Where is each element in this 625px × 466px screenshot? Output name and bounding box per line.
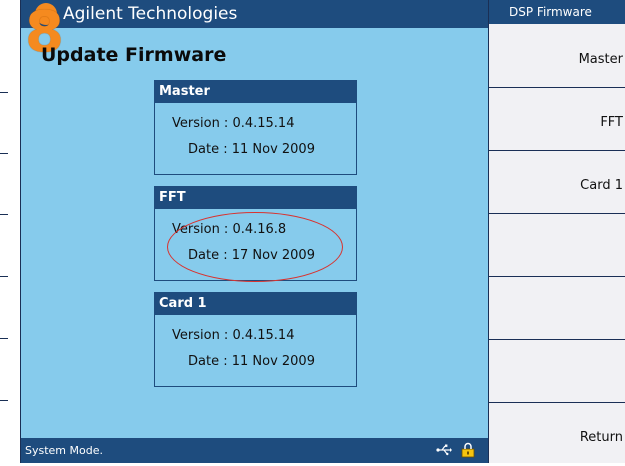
- ruler-tick: [0, 153, 8, 154]
- page-title: Update Firmware: [41, 44, 227, 66]
- softkey-panel: DSP Firmware Master FFT Card 1 Return: [488, 0, 625, 463]
- version-text: Version : 0.4.15.14: [172, 116, 295, 131]
- softkey-label: FFT: [600, 115, 623, 130]
- softkey-master[interactable]: Master: [489, 26, 625, 88]
- left-ruler-strip: [0, 0, 21, 463]
- brand-name: Agilent Technologies: [63, 4, 238, 24]
- ruler-tick: [0, 92, 8, 93]
- brand-title-bar: Agilent Technologies: [21, 0, 488, 28]
- softkey-blank-5[interactable]: [489, 278, 625, 340]
- softkey-label: Return: [579, 430, 623, 445]
- annotation-ellipse: [167, 212, 343, 282]
- softkey-return[interactable]: Return: [489, 404, 625, 466]
- softkey-blank-6[interactable]: [489, 341, 625, 403]
- ruler-tick: [0, 338, 8, 339]
- firmware-panel-card1: Card 1 Version : 0.4.15.14 Date : 11 Nov…: [154, 292, 357, 387]
- ruler-tick: [0, 276, 8, 277]
- date-text: Date : 11 Nov 2009: [188, 142, 315, 157]
- status-text: System Mode.: [25, 444, 103, 457]
- date-text: Date : 11 Nov 2009: [188, 354, 315, 369]
- firmware-panel-master: Master Version : 0.4.15.14 Date : 11 Nov…: [154, 80, 357, 175]
- version-text: Version : 0.4.15.14: [172, 328, 295, 343]
- status-bar: System Mode.: [21, 438, 488, 463]
- lock-icon: [461, 442, 475, 458]
- ruler-tick: [0, 400, 8, 401]
- softkey-card1[interactable]: Card 1: [489, 152, 625, 214]
- usb-icon: [436, 444, 452, 456]
- softkey-blank-4[interactable]: [489, 215, 625, 277]
- main-screen: Agilent Technologies 8 Update Firmware M…: [21, 0, 488, 463]
- panel-header: FFT: [155, 187, 356, 209]
- softkey-label: Card 1: [580, 178, 623, 193]
- panel-header: Master: [155, 81, 356, 103]
- ruler-tick: [0, 214, 8, 215]
- panel-header: Card 1: [155, 293, 356, 315]
- softkey-fft[interactable]: FFT: [489, 89, 625, 151]
- softkey-menu-title: DSP Firmware: [489, 0, 625, 24]
- softkey-label: Master: [578, 52, 623, 67]
